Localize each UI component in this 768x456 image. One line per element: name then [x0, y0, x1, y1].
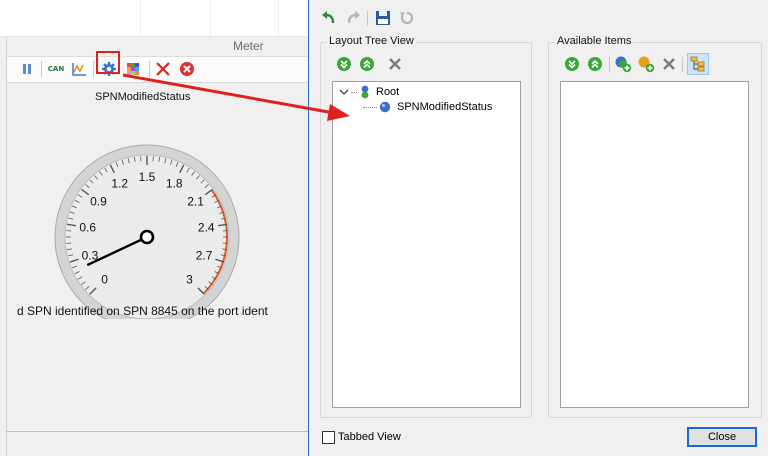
item-node-icon [379, 101, 391, 113]
move-up-icon [588, 57, 602, 71]
available-move-down-button[interactable] [562, 54, 582, 74]
undo-icon [322, 11, 335, 24]
gauge-label: SPNModifiedStatus [95, 91, 191, 103]
meter-title: Meter [233, 39, 264, 53]
refresh-button[interactable] [397, 8, 417, 28]
move-up-icon [360, 57, 374, 71]
tabbed-view-label[interactable]: Tabbed View [338, 431, 401, 443]
close-meter-button[interactable] [177, 59, 197, 79]
background-window: Meter CAN SPNModifiedStatus 0 0.3 0.6 0.… [0, 0, 311, 456]
tree-node-spn[interactable]: SPNModifiedStatus [363, 101, 492, 113]
move-up-button[interactable] [357, 54, 377, 74]
meter-toolbar: CAN [7, 57, 311, 83]
layout-tree-group: Layout Tree View Root SPNModifiedStatus [320, 35, 532, 418]
refresh-icon [400, 11, 414, 25]
meter-bottom-bar [7, 431, 311, 450]
pause-button[interactable] [17, 59, 37, 79]
gauge-tick-label: 1.2 [111, 177, 128, 191]
gauge-hub [139, 229, 155, 245]
available-items-group: Available Items [548, 35, 762, 418]
layout-tree-title: Layout Tree View [327, 35, 416, 47]
close-button[interactable]: Close [687, 427, 757, 447]
add-group-icon [615, 56, 632, 73]
root-node-icon [361, 85, 369, 99]
signal-chart-icon [72, 63, 86, 76]
tree-view-toggle[interactable] [687, 53, 709, 75]
background-top-area [0, 0, 310, 37]
gauge-dial: 00.30.60.91.2 1.5 1.82.12.42.73 [54, 144, 240, 330]
tabbed-view-checkbox[interactable] [322, 431, 335, 444]
save-icon [376, 11, 390, 25]
move-down-button[interactable] [334, 54, 354, 74]
remove-item-button[interactable] [385, 54, 405, 74]
chevron-down-icon[interactable] [339, 87, 349, 97]
move-down-icon [337, 57, 351, 71]
undo-button[interactable] [319, 8, 339, 28]
available-move-up-button[interactable] [585, 54, 605, 74]
add-item-icon [638, 56, 655, 73]
color-grid-button[interactable] [123, 59, 143, 79]
layout-tree[interactable]: Root SPNModifiedStatus [332, 81, 521, 408]
red-x-icon [156, 62, 170, 76]
meter-panel: Meter CAN SPNModifiedStatus 0 0.3 0.6 0.… [6, 37, 311, 456]
gauge-tick-label: 0.6 [79, 221, 96, 235]
layout-dialog: Layout Tree View Root SPNModifiedStatus … [308, 0, 768, 456]
gray-x-icon [389, 58, 401, 70]
close-button-label: Close [707, 431, 737, 443]
red-circle-x-icon [180, 62, 194, 76]
gauge-tick-label: 2.1 [187, 195, 204, 209]
move-down-icon [565, 57, 579, 71]
gauge-tick-label: 0.9 [90, 195, 107, 209]
gauge-tick-label: 0 [101, 272, 108, 286]
tree-structure-icon [690, 56, 705, 72]
gauge-tick-label: 1.5 [139, 170, 156, 184]
redo-button[interactable] [343, 8, 363, 28]
remove-button[interactable] [153, 59, 173, 79]
meter-title-bar: Meter [7, 37, 311, 57]
available-items-title: Available Items [555, 35, 634, 47]
gauge-tick-label: 2.7 [196, 249, 213, 263]
redo-icon [347, 11, 360, 24]
chart-style-button[interactable] [69, 59, 89, 79]
gauge: 0 0.3 0.6 0.9 1.2 1.5 1.8 2.1 2.4 2.7 3 [51, 141, 243, 330]
tree-child-label: SPNModifiedStatus [397, 101, 493, 113]
gauge-tick-label: 2.4 [198, 221, 215, 235]
available-remove-button[interactable] [659, 54, 679, 74]
tree-root-label: Root [376, 86, 400, 98]
can-icon: CAN [47, 65, 65, 73]
color-grid-icon [127, 63, 139, 75]
tree-node-root[interactable]: Root [339, 85, 399, 99]
gray-x-icon [663, 58, 675, 70]
pause-icon [23, 64, 31, 74]
gauge-tick-label: 1.8 [166, 177, 183, 191]
save-button[interactable] [373, 8, 393, 28]
add-group-button[interactable] [613, 54, 633, 74]
add-item-button[interactable] [636, 54, 656, 74]
status-message: d SPN identified on SPN 8845 on the port… [17, 304, 268, 318]
annotation-highlight-box [96, 51, 120, 74]
available-items-list[interactable] [560, 81, 749, 408]
can-button[interactable]: CAN [45, 59, 67, 79]
gauge-tick-label: 3 [186, 272, 193, 286]
